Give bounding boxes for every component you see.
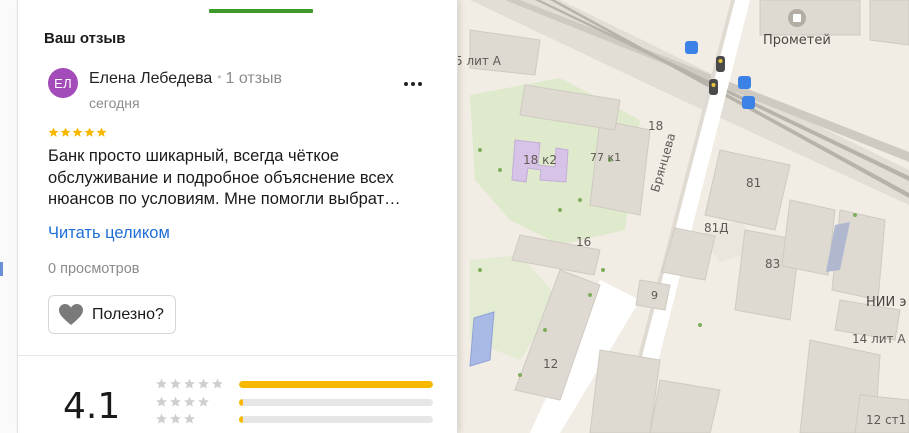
- left-side-strip: [0, 0, 18, 433]
- review-panel: Ваш отзыв ЕЛ Елена Лебедева • 1 отзыв сего…: [18, 0, 458, 433]
- star-icon: [184, 396, 195, 407]
- more-options-button[interactable]: [400, 74, 426, 94]
- map-label-nii[interactable]: НИИ э: [866, 295, 907, 310]
- rating-bar: [239, 416, 433, 423]
- rating-bar-fill: [239, 381, 433, 388]
- star-icon: [72, 127, 83, 137]
- map-label-building: 81Д: [704, 221, 729, 235]
- star-icon: [170, 378, 181, 389]
- map-label-building: 12: [543, 357, 559, 371]
- map-label-prometey[interactable]: Прометей: [763, 33, 831, 48]
- rating-row-stars: [155, 413, 196, 425]
- star-icon: [184, 413, 195, 424]
- map-label-building: 12 ст1: [866, 413, 907, 427]
- heart-icon: [59, 303, 83, 325]
- rating-value: 4.1: [63, 386, 121, 427]
- map-label-building: 18 к2: [523, 153, 557, 167]
- avatar[interactable]: ЕЛ: [48, 68, 78, 98]
- star-icon: [198, 378, 209, 389]
- more-dots-icon-dot: [418, 82, 422, 86]
- star-icon: [170, 413, 181, 424]
- map-label-building: 83: [765, 257, 781, 271]
- star-icon: [198, 396, 209, 407]
- star-icon: [156, 413, 167, 424]
- review-stars: [48, 127, 107, 138]
- map-label-building: 18: [648, 119, 664, 133]
- useful-label: Полезно?: [92, 305, 164, 323]
- map-label-building: 5 лит А: [455, 54, 501, 68]
- avatar-initials: ЕЛ: [54, 75, 72, 91]
- rating-row-4: [155, 396, 455, 408]
- star-icon: [84, 127, 95, 137]
- views-count: 0 просмотров: [48, 261, 140, 277]
- divider: [18, 355, 457, 356]
- map-label-building: 77 к1: [590, 151, 622, 164]
- side-marker: [0, 262, 3, 276]
- review-text: Банк просто шикарный, всегда чёткое обсл…: [48, 147, 401, 208]
- rating-bar: [239, 381, 433, 388]
- map-label-building: 16: [576, 235, 592, 249]
- author-name[interactable]: Елена Лебедева: [89, 70, 212, 87]
- more-dots-icon-dot: [411, 82, 415, 86]
- active-tab-indicator: [209, 9, 313, 13]
- more-dots-icon: [404, 82, 408, 86]
- separator-dot: •: [217, 70, 222, 84]
- star-icon: [60, 127, 71, 137]
- rating-row-3: [155, 413, 455, 425]
- rating-row-stars: [155, 396, 210, 408]
- map-label-building: 81: [746, 176, 762, 190]
- star-icon: [96, 127, 107, 137]
- author-line: Елена Лебедева • 1 отзыв: [89, 70, 282, 88]
- author-reviews-count: 1 отзыв: [225, 70, 283, 87]
- rating-bar-fill: [239, 399, 243, 406]
- rating-bar: [239, 399, 433, 406]
- star-icon: [184, 378, 195, 389]
- map-label-building: 14 лит А: [852, 332, 906, 346]
- star-icon: [170, 396, 181, 407]
- review-date: сегодня: [89, 95, 140, 111]
- useful-button[interactable]: Полезно?: [48, 295, 176, 334]
- rating-row-5: [155, 378, 455, 390]
- section-title: Ваш отзыв: [44, 30, 126, 47]
- star-icon: [212, 378, 223, 389]
- rating-row-stars: [155, 378, 224, 390]
- rating-bar-fill: [239, 416, 243, 423]
- star-icon: [48, 127, 59, 137]
- star-icon: [156, 378, 167, 389]
- read-more-link[interactable]: Читать целиком: [48, 224, 170, 243]
- star-icon: [156, 396, 167, 407]
- map-label-building: 9: [651, 289, 658, 302]
